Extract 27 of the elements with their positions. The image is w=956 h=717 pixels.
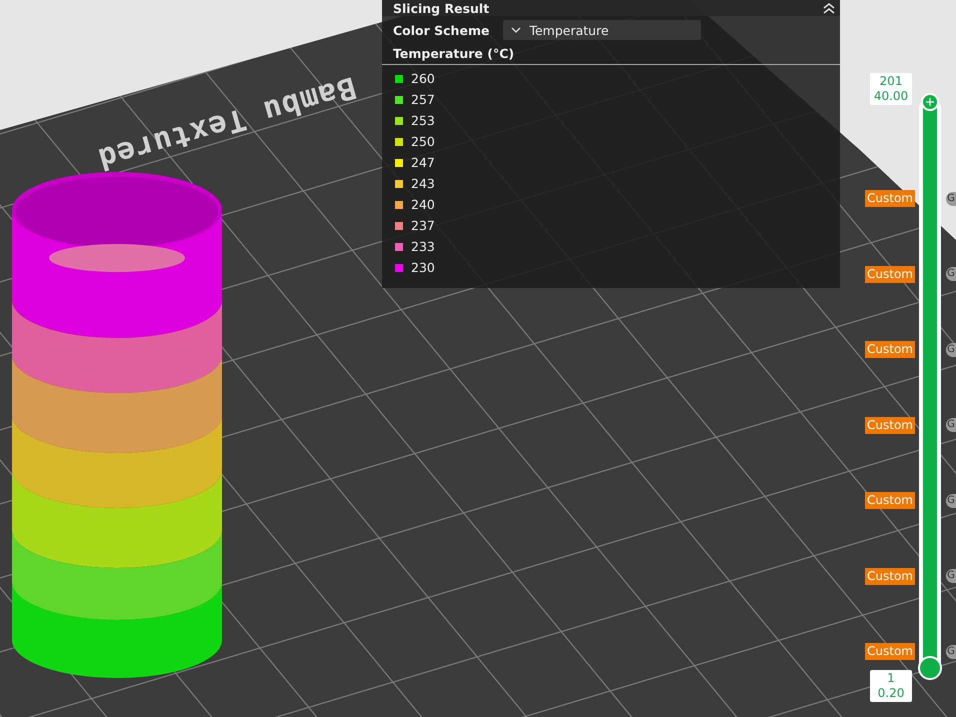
legend-value: 247 <box>411 155 435 170</box>
legend-value: 253 <box>411 113 435 128</box>
legend-value: 240 <box>411 197 435 212</box>
custom-gcode-tag[interactable]: Custom <box>865 266 915 282</box>
legend-value: 237 <box>411 218 435 233</box>
custom-gcode-tag[interactable]: Custom <box>865 190 915 207</box>
upper-thumb-plus-icon[interactable] <box>921 93 939 111</box>
color-scheme-dropdown[interactable]: Temperature <box>503 20 702 40</box>
panel-title: Slicing Result <box>393 0 490 16</box>
legend-value: 250 <box>411 134 435 149</box>
legend-value: 257 <box>411 92 435 107</box>
legend-value: 260 <box>411 71 435 86</box>
custom-gcode-tag[interactable]: Custom <box>865 568 915 584</box>
legend-value: 243 <box>411 176 435 191</box>
legend-value: 230 <box>411 260 435 275</box>
custom-gcode-tag[interactable]: Custom <box>865 643 915 660</box>
custom-gcode-tag[interactable]: Custom <box>865 341 915 358</box>
caret-icon <box>511 26 522 34</box>
gcode-badge[interactable]: G <box>946 192 956 206</box>
collapse-icon[interactable] <box>822 2 836 14</box>
custom-gcode-tag[interactable]: Custom <box>865 492 915 509</box>
custom-gcode-tag[interactable]: Custom <box>865 416 915 434</box>
legend-value: 233 <box>411 239 435 254</box>
top-layer-label: 201 40.00 <box>870 73 912 105</box>
bottom-layer-label: 1 0.20 <box>870 670 912 702</box>
color-scheme-label: Color Scheme <box>393 22 490 38</box>
legend-title: Temperature (°C) <box>392 45 516 63</box>
